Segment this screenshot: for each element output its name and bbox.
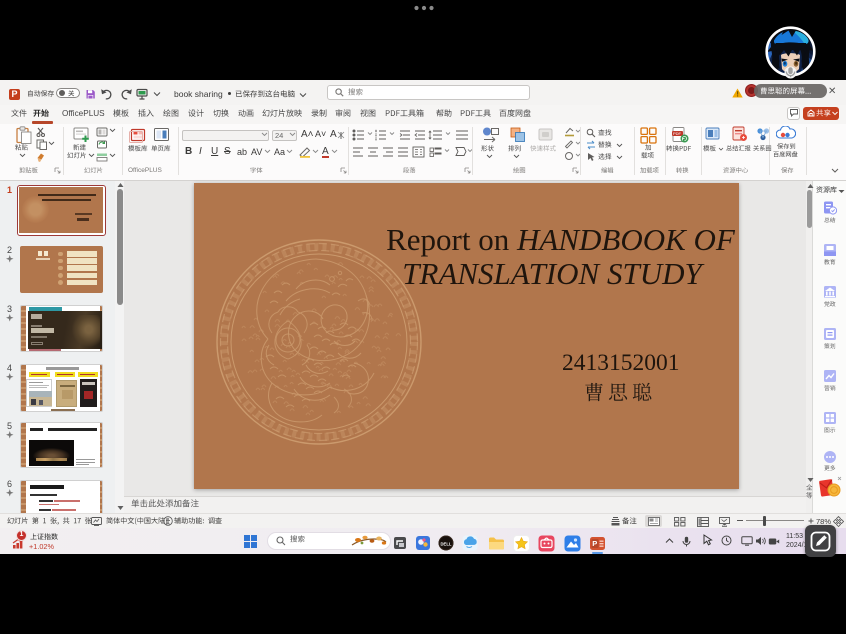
svg-text:PDF: PDF: [673, 131, 682, 136]
svg-text:P: P: [592, 539, 597, 548]
svg-text:DELL: DELL: [441, 541, 452, 546]
